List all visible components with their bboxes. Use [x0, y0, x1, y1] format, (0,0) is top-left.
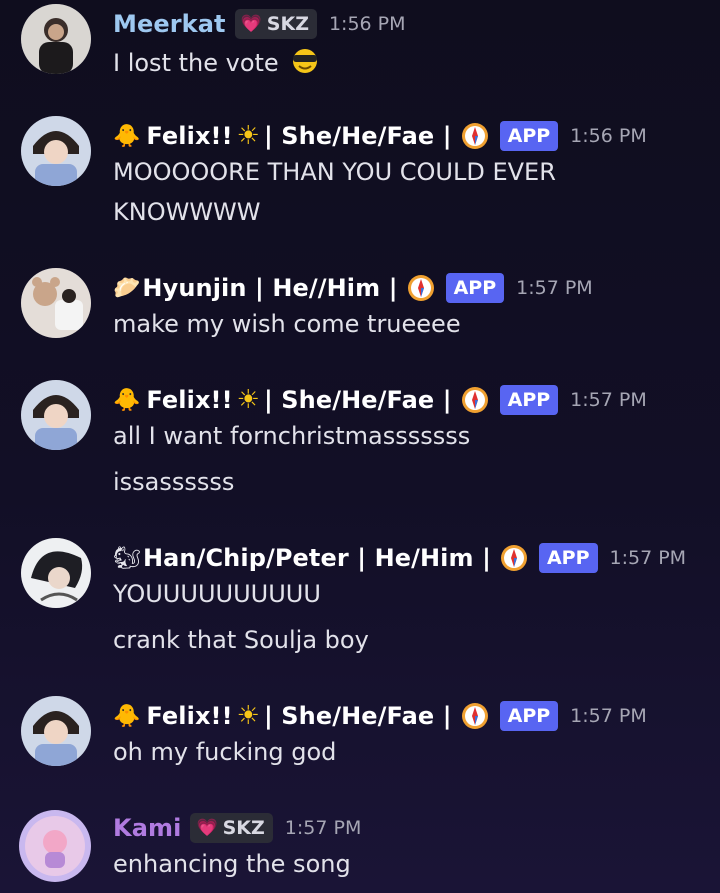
- username[interactable]: Kami: [113, 814, 181, 842]
- username[interactable]: Felix!!: [146, 122, 232, 150]
- message-text: oh my fucking god: [113, 738, 337, 766]
- message-content: I lost the vote: [113, 46, 322, 82]
- message-text: make my wish come trueeee: [113, 310, 461, 338]
- compass-icon: [406, 273, 436, 303]
- message-text: MOOOOORE THAN YOU COULD EVER: [113, 158, 556, 186]
- username[interactable]: Han/Chip/Peter | He/Him |: [143, 544, 491, 572]
- guild-tag-label: SKZ: [266, 13, 309, 35]
- username[interactable]: Felix!!: [146, 702, 232, 730]
- dumpling-emoji-icon: 🥟: [113, 275, 141, 301]
- user-avatar[interactable]: [17, 808, 93, 884]
- bot-avatar[interactable]: [21, 268, 91, 338]
- bot-avatar[interactable]: [21, 116, 91, 186]
- timestamp[interactable]: 1:57 PM: [516, 277, 593, 299]
- timestamp[interactable]: 1:56 PM: [329, 13, 406, 35]
- sunglasses-emoji-icon[interactable]: [290, 46, 322, 82]
- message-text: I lost the vote: [113, 49, 279, 77]
- message-text: YOUUUUUUUUUU: [113, 580, 321, 608]
- guild-tag[interactable]: 💗 SKZ: [190, 813, 273, 843]
- chick-emoji-icon: 🐥: [113, 123, 141, 149]
- guild-tag[interactable]: 💗 SKZ: [234, 9, 317, 39]
- username-pronouns[interactable]: | She/He/Fae |: [264, 386, 452, 414]
- bot-avatar[interactable]: [21, 696, 91, 766]
- compass-icon: [460, 121, 490, 151]
- username-pronouns[interactable]: | She/He/Fae |: [264, 122, 452, 150]
- timestamp[interactable]: 1:57 PM: [570, 389, 647, 411]
- message-text: crank that Soulja boy: [113, 626, 369, 654]
- sun-emoji-icon: ☀: [236, 701, 260, 731]
- compass-icon: [499, 543, 529, 573]
- username[interactable]: Felix!!: [146, 386, 232, 414]
- message-text: enhancing the song: [113, 850, 351, 878]
- chick-emoji-icon: 🐥: [113, 703, 141, 729]
- chipmunk-emoji-icon: 🐿: [113, 545, 141, 571]
- username[interactable]: Hyunjin | He//Him |: [142, 274, 397, 302]
- compass-icon: [460, 385, 490, 415]
- app-badge: APP: [499, 385, 559, 415]
- user-avatar[interactable]: [21, 4, 91, 74]
- timestamp[interactable]: 1:57 PM: [570, 705, 647, 727]
- timestamp[interactable]: 1:57 PM: [610, 547, 687, 569]
- username[interactable]: Meerkat: [113, 10, 226, 38]
- sun-emoji-icon: ☀: [236, 121, 260, 151]
- sun-emoji-icon: ☀: [236, 385, 260, 415]
- app-badge: APP: [499, 121, 559, 151]
- guild-tag-label: SKZ: [222, 817, 265, 839]
- app-badge: APP: [445, 273, 505, 303]
- message-text: issassssss: [113, 468, 235, 496]
- heart-icon: 💗: [240, 14, 262, 34]
- timestamp[interactable]: 1:57 PM: [285, 817, 362, 839]
- heart-icon: 💗: [196, 818, 218, 838]
- compass-icon: [460, 701, 490, 731]
- app-badge: APP: [499, 701, 559, 731]
- message-text: KNOWWWW: [113, 198, 261, 226]
- bot-avatar[interactable]: [21, 380, 91, 450]
- app-badge: APP: [538, 543, 598, 573]
- username-pronouns[interactable]: | She/He/Fae |: [264, 702, 452, 730]
- message-text: all I want fornchristmasssssss: [113, 422, 471, 450]
- bot-avatar[interactable]: [21, 538, 91, 608]
- timestamp[interactable]: 1:56 PM: [570, 125, 647, 147]
- chick-emoji-icon: 🐥: [113, 387, 141, 413]
